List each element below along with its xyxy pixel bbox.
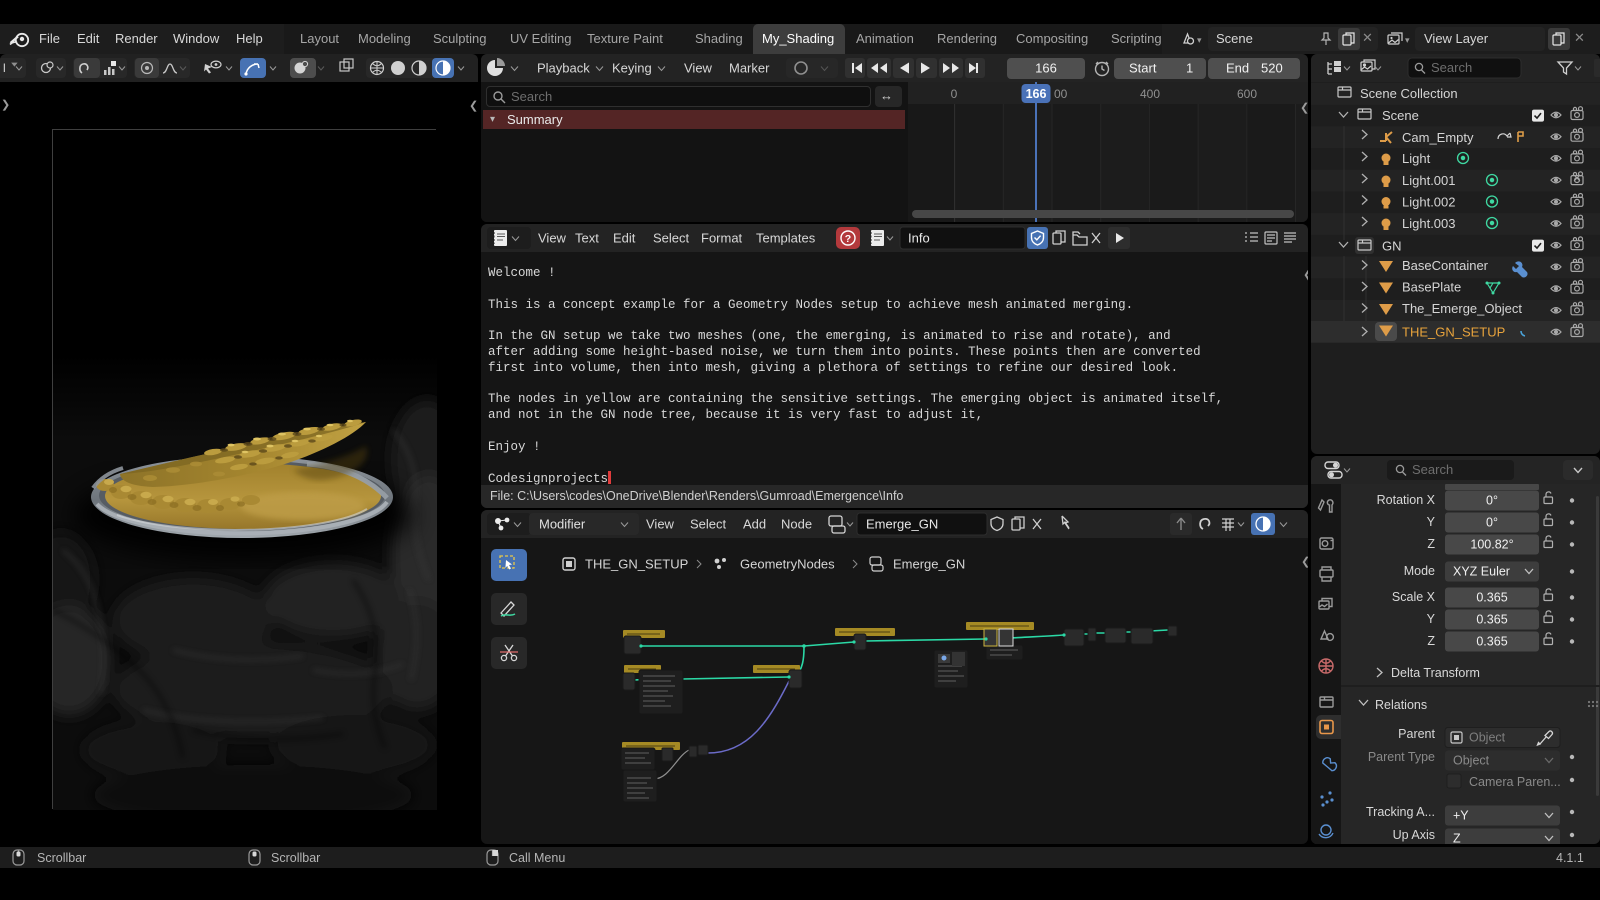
- svg-text:Cam_Empty: Cam_Empty: [1402, 130, 1474, 145]
- svg-text:Info: Info: [908, 231, 930, 246]
- svg-text:1: 1: [1186, 61, 1193, 76]
- svg-text:Scale X: Scale X: [1392, 590, 1436, 604]
- svg-text:Select: Select: [653, 231, 690, 246]
- svg-text:Z: Z: [1427, 537, 1435, 551]
- svg-text:Add: Add: [743, 517, 766, 532]
- svg-text:?: ?: [845, 233, 851, 245]
- svg-text:Relations: Relations: [1375, 698, 1427, 712]
- svg-text:+Y: +Y: [1453, 809, 1469, 823]
- svg-text:Text: Text: [575, 231, 599, 246]
- svg-text:00: 00: [1054, 87, 1068, 101]
- svg-text:Emerge_GN: Emerge_GN: [866, 517, 938, 532]
- svg-text:Light.003: Light.003: [1402, 216, 1456, 231]
- svg-text:Object: Object: [1469, 731, 1506, 745]
- svg-text:Object: Object: [1453, 754, 1490, 768]
- svg-text:Select: Select: [690, 517, 727, 532]
- svg-text:Z: Z: [1453, 832, 1461, 845]
- svg-text:Tracking A...: Tracking A...: [1366, 805, 1435, 819]
- svg-text:Camera Paren...: Camera Paren...: [1469, 775, 1561, 789]
- svg-text:Z: Z: [1427, 634, 1435, 648]
- svg-text:Parent Type: Parent Type: [1368, 750, 1435, 764]
- svg-text:4.1.1: 4.1.1: [1556, 851, 1584, 865]
- svg-text:Parent: Parent: [1398, 727, 1435, 741]
- svg-text:Keying: Keying: [612, 61, 652, 76]
- svg-text:Light.001: Light.001: [1402, 173, 1456, 188]
- svg-text:0.365: 0.365: [1476, 613, 1507, 627]
- svg-text:Light: Light: [1402, 151, 1431, 166]
- svg-text:Up Axis: Up Axis: [1393, 828, 1435, 842]
- svg-text:166: 166: [1026, 87, 1047, 101]
- svg-text:520: 520: [1261, 61, 1283, 76]
- svg-text:0.365: 0.365: [1476, 591, 1507, 605]
- svg-text:Light.002: Light.002: [1402, 195, 1456, 210]
- svg-text:Scrollbar: Scrollbar: [37, 851, 86, 865]
- svg-text:400: 400: [1140, 87, 1160, 101]
- svg-text:Search: Search: [1431, 60, 1472, 75]
- svg-text:THE_GN_SETUP: THE_GN_SETUP: [1402, 325, 1505, 340]
- svg-text:100.82°: 100.82°: [1470, 538, 1513, 552]
- svg-text:Templates: Templates: [756, 231, 816, 246]
- svg-text:Call Menu: Call Menu: [509, 851, 565, 865]
- svg-text:Search: Search: [1412, 462, 1453, 477]
- svg-text:GN: GN: [1382, 239, 1402, 254]
- svg-text:166: 166: [1035, 61, 1057, 76]
- svg-text:Rotation X: Rotation X: [1377, 493, 1436, 507]
- svg-text:Modifier: Modifier: [539, 517, 586, 532]
- svg-text:End: End: [1226, 61, 1249, 76]
- svg-text:Scene Collection: Scene Collection: [1360, 86, 1458, 101]
- svg-text:600: 600: [1237, 87, 1257, 101]
- svg-text:BaseContainer: BaseContainer: [1402, 258, 1489, 273]
- svg-text:0.365: 0.365: [1476, 635, 1507, 649]
- svg-text:Playback: Playback: [537, 61, 590, 76]
- svg-text:The_Emerge_Object: The_Emerge_Object: [1402, 301, 1522, 316]
- svg-text:0°: 0°: [1486, 516, 1498, 530]
- svg-text:l: l: [3, 61, 6, 75]
- svg-text:BasePlate: BasePlate: [1402, 280, 1461, 295]
- svg-text:Mode: Mode: [1404, 564, 1435, 578]
- svg-text:Format: Format: [701, 231, 743, 246]
- svg-text:View: View: [538, 231, 567, 246]
- svg-text:0°: 0°: [1486, 494, 1498, 508]
- svg-text:View: View: [646, 517, 675, 532]
- svg-text:XYZ Euler: XYZ Euler: [1453, 565, 1510, 579]
- svg-text:Scene: Scene: [1382, 108, 1419, 123]
- svg-text:0: 0: [951, 87, 958, 101]
- svg-text:Y: Y: [1427, 612, 1436, 626]
- svg-text:Scrollbar: Scrollbar: [271, 851, 320, 865]
- svg-text:Edit: Edit: [613, 231, 636, 246]
- svg-text:Delta Transform: Delta Transform: [1391, 666, 1480, 680]
- svg-text:Start: Start: [1129, 61, 1157, 76]
- svg-text:Node: Node: [781, 517, 812, 532]
- svg-text:View: View: [684, 61, 713, 76]
- svg-text:Marker: Marker: [729, 61, 770, 76]
- svg-text:Y: Y: [1427, 515, 1436, 529]
